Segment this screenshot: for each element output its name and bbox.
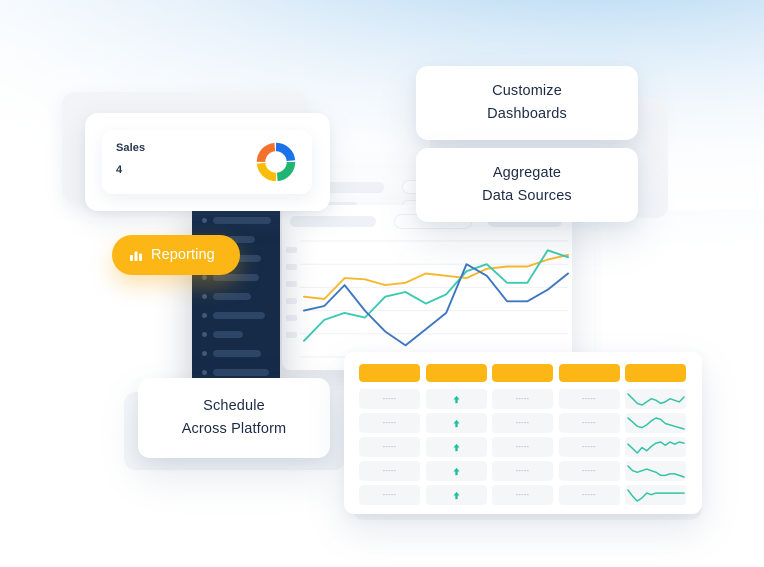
- sparkline-row-0: [626, 392, 685, 406]
- callout-customize-dashboards[interactable]: Customize Dashboards: [416, 66, 638, 140]
- sidebar-item-6-dot: [202, 332, 207, 337]
- table-cell-text: -----: [382, 395, 397, 403]
- table-cell-r1-c3: -----: [558, 413, 620, 433]
- schedule-line-2: Across Platform: [181, 421, 287, 437]
- sidebar-item-7[interactable]: [213, 350, 261, 357]
- table-cell-text: -----: [515, 419, 530, 427]
- table-cell-r2-c3: -----: [558, 437, 620, 457]
- table-cell-r3-c4: [625, 461, 686, 481]
- dashboard-sidebar: [192, 205, 280, 390]
- sparkline-row-2: [626, 440, 685, 454]
- table-cell-text: -----: [515, 443, 530, 451]
- callout-schedule-across-platform[interactable]: Schedule Across Platform: [138, 378, 330, 458]
- table-cell-text: -----: [382, 491, 397, 499]
- table-cell-r1-c0: -----: [359, 413, 420, 433]
- table-cell-text: -----: [582, 443, 596, 451]
- table-cell-r3-c0: -----: [359, 461, 420, 481]
- table-cell-text: -----: [515, 491, 530, 499]
- table-cell-r4-c1: [425, 485, 487, 505]
- table-cell-r4-c2: -----: [492, 485, 553, 505]
- table-cell-r0-c1: [425, 389, 487, 409]
- arrow-up-icon: [452, 467, 460, 475]
- table-cell-text: -----: [582, 395, 596, 403]
- sparkline-row-1: [626, 416, 685, 430]
- table-cell-r3-c3: -----: [558, 461, 620, 481]
- table-cell-text: -----: [582, 467, 596, 475]
- sales-card-value: 4: [116, 164, 123, 176]
- arrow-up-icon: [452, 443, 460, 451]
- analytics-panel: [282, 205, 572, 370]
- table-header-1[interactable]: [425, 364, 487, 382]
- sidebar-item-3-dot: [202, 275, 207, 280]
- table-cell-text: -----: [382, 443, 397, 451]
- illustration-stage: Sales 4 Customize Dashboards Aggregate D…: [0, 0, 764, 567]
- line-chart: [300, 240, 569, 358]
- table-cell-r0-c3: -----: [558, 389, 620, 409]
- sidebar-item-7-dot: [202, 351, 207, 356]
- arrow-up-icon: [452, 395, 460, 403]
- table-cell-r2-c4: [625, 437, 686, 457]
- arrow-up-icon: [452, 419, 460, 427]
- callout-aggregate-data-sources[interactable]: Aggregate Data Sources: [416, 148, 638, 222]
- callout-1-line-2: Dashboards: [487, 106, 567, 122]
- bar-chart-icon: [130, 251, 142, 261]
- schedule-line-1: Schedule: [203, 398, 265, 414]
- table-cell-text: -----: [515, 395, 530, 403]
- table-cell-text: -----: [515, 467, 530, 475]
- table-cell-r4-c4: [625, 485, 686, 505]
- table-header-0[interactable]: [359, 364, 420, 382]
- sidebar-item-5[interactable]: [213, 312, 265, 319]
- callout-1-line-1: Customize: [492, 83, 562, 99]
- sparkline-row-3: [626, 464, 685, 478]
- table-header-2[interactable]: [492, 364, 553, 382]
- table-header-4[interactable]: [625, 364, 686, 382]
- table-cell-r2-c1: [425, 437, 487, 457]
- table-cell-r1-c2: -----: [492, 413, 553, 433]
- reporting-badge-label: Reporting: [151, 247, 215, 263]
- sidebar-item-4[interactable]: [213, 293, 251, 300]
- callout-2-line-1: Aggregate: [492, 165, 562, 181]
- arrow-up-icon: [452, 491, 460, 499]
- sidebar-item-4-dot: [202, 294, 207, 299]
- chart-line-blue-series: [303, 263, 569, 347]
- table-cell-r1-c4: [625, 413, 686, 433]
- table-cell-text: -----: [582, 491, 596, 499]
- table-cell-r4-c3: -----: [558, 485, 620, 505]
- sales-card-label: Sales: [116, 142, 146, 154]
- table-cell-r3-c1: [425, 461, 487, 481]
- table-cell-text: -----: [582, 419, 596, 427]
- sidebar-item-8[interactable]: [213, 369, 269, 376]
- table-cell-r1-c1: [425, 413, 487, 433]
- sidebar-item-0-dot: [202, 218, 207, 223]
- table-cell-r4-c0: -----: [359, 485, 420, 505]
- table-cell-r0-c0: -----: [359, 389, 420, 409]
- sidebar-item-5-dot: [202, 313, 207, 318]
- table-cell-text: -----: [382, 419, 397, 427]
- callout-2-line-2: Data Sources: [482, 188, 572, 204]
- sparkline-row-4: [626, 488, 685, 502]
- chart-line-yellow-series: [303, 253, 569, 300]
- table-cell-r2-c0: -----: [359, 437, 420, 457]
- table-header-3[interactable]: [558, 364, 620, 382]
- table-cell-r2-c2: -----: [492, 437, 553, 457]
- sidebar-item-0[interactable]: [213, 217, 271, 224]
- sidebar-item-6[interactable]: [213, 331, 243, 338]
- table-cell-r3-c2: -----: [492, 461, 553, 481]
- donut-chart: [256, 142, 296, 182]
- sales-metric-card: Sales 4: [102, 130, 312, 194]
- data-table-card: ----- ----- ----- ----- ----- ----- ----- -----…: [344, 352, 702, 514]
- table-cell-text: -----: [382, 467, 397, 475]
- sidebar-item-8-dot: [202, 370, 207, 375]
- table-cell-r0-c4: [625, 389, 686, 409]
- reporting-badge[interactable]: Reporting: [112, 235, 240, 275]
- sidebar-item-3[interactable]: [213, 274, 259, 281]
- table-cell-r0-c2: -----: [492, 389, 553, 409]
